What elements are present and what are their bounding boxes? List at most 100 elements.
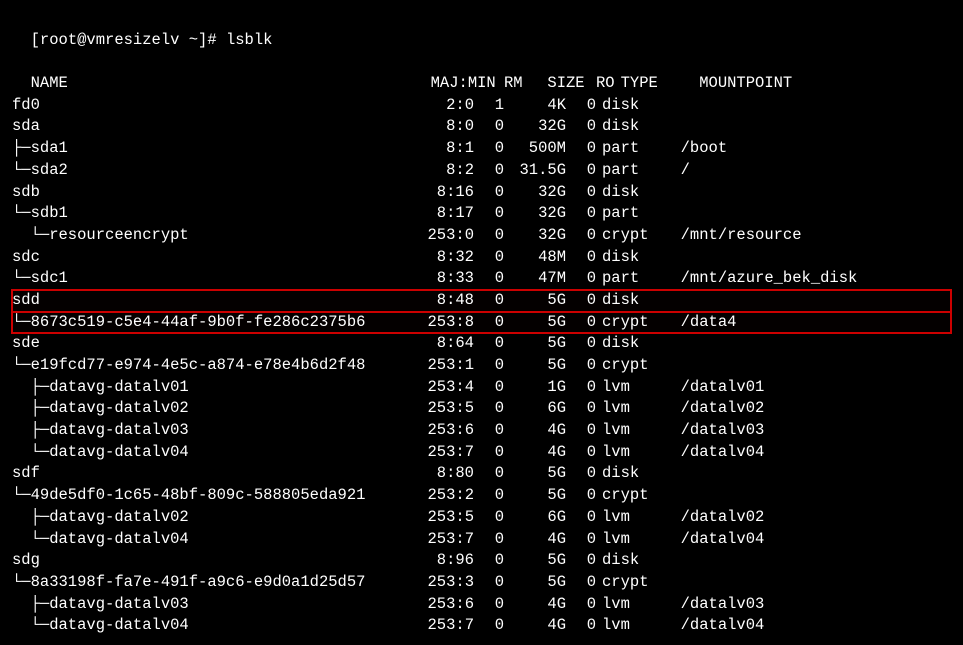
device-name: sda xyxy=(12,116,412,138)
table-row: └─resourceencrypt253:0032G0crypt /mnt/re… xyxy=(12,225,951,247)
cell-majmin: 253:7 xyxy=(412,615,474,637)
device-name: sdc xyxy=(12,247,412,269)
cell-type: lvm xyxy=(602,377,662,399)
cell-mountpoint: /boot xyxy=(681,138,728,160)
table-row: └─49de5df0-1c65-48bf-809c-588805eda92125… xyxy=(12,485,951,507)
device-name: ├─datavg-datalv02 xyxy=(12,507,412,529)
table-header-row: NAMEMAJ:MINRMSIZEROTYPE MOUNTPOINT xyxy=(12,51,951,94)
cell-type: lvm xyxy=(602,594,662,616)
cell-type: part xyxy=(602,138,662,160)
col-majmin: MAJ:MIN xyxy=(431,73,493,95)
device-name: ├─datavg-datalv02 xyxy=(12,398,412,420)
cell-majmin: 8:32 xyxy=(412,247,474,269)
cell-ro: 0 xyxy=(566,247,596,269)
cell-ro: 0 xyxy=(566,615,596,637)
cell-majmin: 8:0 xyxy=(412,116,474,138)
cell-size: 48M xyxy=(504,247,566,269)
cell-type: crypt xyxy=(602,225,662,247)
table-row: ├─sda18:10500M0part /boot xyxy=(12,138,951,160)
cell-rm: 1 xyxy=(474,95,504,117)
cell-size: 5G xyxy=(504,485,566,507)
cell-size: 4G xyxy=(504,615,566,637)
cell-majmin: 253:5 xyxy=(412,398,474,420)
cell-majmin: 8:16 xyxy=(412,182,474,204)
device-name: ├─sda1 xyxy=(12,138,412,160)
cell-ro: 0 xyxy=(566,268,596,290)
cell-ro: 0 xyxy=(566,182,596,204)
cell-type: disk xyxy=(602,550,662,572)
table-row: └─8a33198f-fa7e-491f-a9c6-e9d0a1d25d5725… xyxy=(12,572,951,594)
cell-type: part xyxy=(602,160,662,182)
cell-size: 5G xyxy=(504,355,566,377)
cell-type: part xyxy=(602,268,662,290)
cell-rm: 0 xyxy=(474,615,504,637)
cell-ro: 0 xyxy=(566,160,596,182)
device-name: └─datavg-datalv04 xyxy=(12,529,412,551)
device-name: └─sda2 xyxy=(12,160,412,182)
col-type: TYPE xyxy=(621,73,681,95)
cell-mountpoint: /datalv04 xyxy=(681,442,765,464)
cell-rm: 0 xyxy=(474,594,504,616)
cell-rm: 0 xyxy=(474,398,504,420)
cell-rm: 0 xyxy=(474,203,504,225)
device-name: └─sdc1 xyxy=(12,268,412,290)
table-row: sdd8:4805G0disk xyxy=(12,290,951,312)
cell-ro: 0 xyxy=(566,138,596,160)
cell-ro: 0 xyxy=(566,594,596,616)
cell-rm: 0 xyxy=(474,355,504,377)
device-name: └─49de5df0-1c65-48bf-809c-588805eda921 xyxy=(12,485,412,507)
table-row: ├─datavg-datalv02253:506G0lvm /datalv02 xyxy=(12,398,951,420)
cell-size: 32G xyxy=(504,203,566,225)
cell-majmin: 8:33 xyxy=(412,268,474,290)
table-row: └─datavg-datalv04253:704G0lvm /datalv04 xyxy=(12,615,951,637)
cell-type: disk xyxy=(602,290,662,312)
cell-rm: 0 xyxy=(474,268,504,290)
cell-majmin: 8:1 xyxy=(412,138,474,160)
cell-ro: 0 xyxy=(566,333,596,355)
cell-mountpoint: /datalv04 xyxy=(681,615,765,637)
cell-ro: 0 xyxy=(566,442,596,464)
cell-mountpoint: /datalv03 xyxy=(681,420,765,442)
device-name: fd0 xyxy=(12,95,412,117)
device-name: sdd xyxy=(12,290,412,312)
cell-majmin: 253:0 xyxy=(412,225,474,247)
table-row: sdf8:8005G0disk xyxy=(12,463,951,485)
cell-type: disk xyxy=(602,463,662,485)
cell-type: crypt xyxy=(602,572,662,594)
cell-ro: 0 xyxy=(566,529,596,551)
cell-type: disk xyxy=(602,95,662,117)
cell-rm: 0 xyxy=(474,138,504,160)
col-mount: MOUNTPOINT xyxy=(699,73,792,95)
cell-majmin: 253:1 xyxy=(412,355,474,377)
table-row: └─sdc18:33047M0part /mnt/azure_bek_disk xyxy=(12,268,951,290)
cell-rm: 0 xyxy=(474,333,504,355)
cell-majmin: 8:17 xyxy=(412,203,474,225)
table-row: ├─datavg-datalv01253:401G0lvm /datalv01 xyxy=(12,377,951,399)
cell-size: 4G xyxy=(504,529,566,551)
cell-ro: 0 xyxy=(566,225,596,247)
cell-majmin: 253:3 xyxy=(412,572,474,594)
cell-majmin: 8:80 xyxy=(412,463,474,485)
cell-majmin: 253:4 xyxy=(412,377,474,399)
cell-mountpoint: /datalv03 xyxy=(681,594,765,616)
cell-ro: 0 xyxy=(566,420,596,442)
device-name: ├─datavg-datalv01 xyxy=(12,377,412,399)
device-name: sdb xyxy=(12,182,412,204)
cell-size: 500M xyxy=(504,138,566,160)
cell-ro: 0 xyxy=(566,355,596,377)
cell-rm: 0 xyxy=(474,550,504,572)
cell-majmin: 253:2 xyxy=(412,485,474,507)
cell-size: 32G xyxy=(504,182,566,204)
cell-rm: 0 xyxy=(474,377,504,399)
cell-rm: 0 xyxy=(474,420,504,442)
cell-size: 5G xyxy=(504,290,566,312)
cell-mountpoint: /datalv02 xyxy=(681,398,765,420)
col-rm: RM xyxy=(493,73,523,95)
cell-rm: 0 xyxy=(474,529,504,551)
device-name: └─e19fcd77-e974-4e5c-a874-e78e4b6d2f48 xyxy=(12,355,412,377)
device-name: ├─datavg-datalv03 xyxy=(12,594,412,616)
col-ro: RO xyxy=(585,73,615,95)
device-name: sdg xyxy=(12,550,412,572)
cell-type: disk xyxy=(602,182,662,204)
table-row: sdb8:16032G0disk xyxy=(12,182,951,204)
